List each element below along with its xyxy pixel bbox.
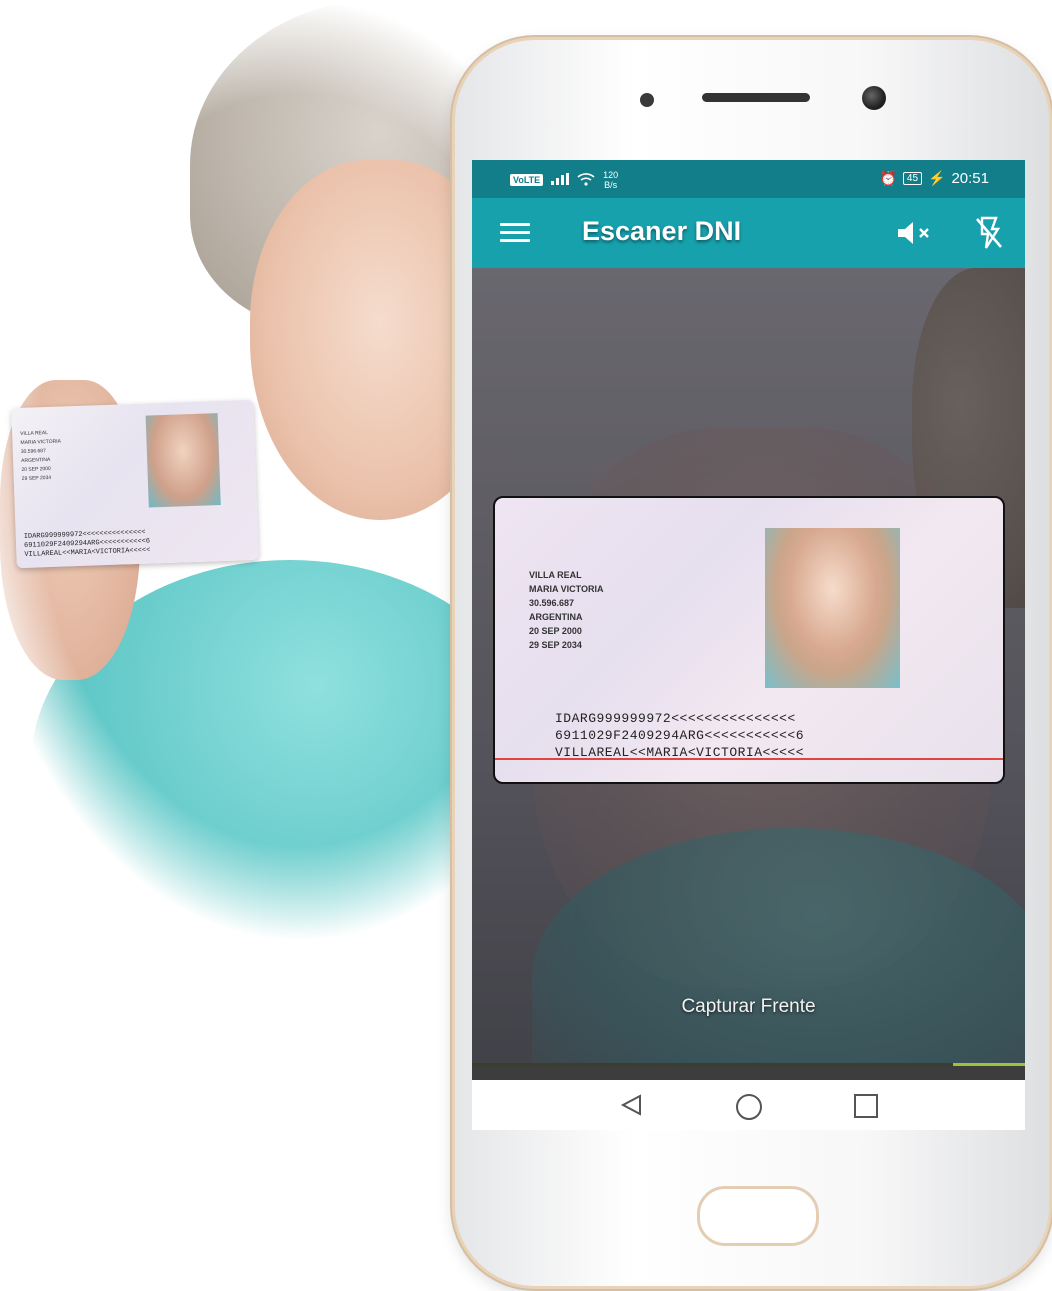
camera-preview[interactable]: VILLA REAL MARIA VICTORIA 30.596.687 ARG… bbox=[472, 268, 1025, 1080]
phone-screen: VoLTE 120 B/s ⏰ 45 ⚡ 20:51 Escaner DNI V… bbox=[472, 160, 1025, 1130]
status-time: 20:51 bbox=[951, 170, 989, 187]
physical-home-button[interactable] bbox=[697, 1186, 819, 1246]
signal-icon bbox=[551, 172, 570, 188]
earpiece-speaker bbox=[702, 93, 810, 102]
status-bar: VoLTE 120 B/s ⏰ 45 ⚡ 20:51 bbox=[472, 160, 1025, 198]
preview-bottom-strip bbox=[472, 1066, 1025, 1080]
alarm-icon: ⏰ bbox=[879, 170, 897, 186]
battery-icon: 45 bbox=[902, 172, 923, 185]
wifi-icon bbox=[577, 172, 595, 189]
charging-icon: ⚡ bbox=[928, 170, 946, 186]
home-icon[interactable] bbox=[736, 1094, 762, 1120]
id-card-in-hand: VILLA REAL MARIA VICTORIA 30.596.687 ARG… bbox=[11, 399, 259, 569]
proximity-sensor bbox=[640, 93, 654, 107]
navigation-bar bbox=[472, 1080, 1025, 1130]
scan-line bbox=[495, 758, 1003, 760]
volte-badge: VoLTE bbox=[510, 174, 544, 186]
scan-frame: VILLA REAL MARIA VICTORIA 30.596.687 ARG… bbox=[493, 496, 1005, 784]
scan-card-mrz: IDARG999999972<<<<<<<<<<<<<<< 6911029F24… bbox=[555, 711, 805, 760]
app-title: Escaner DNI bbox=[582, 216, 742, 246]
capture-front-label[interactable]: Capturar Frente bbox=[472, 996, 1025, 1018]
scan-card-portrait bbox=[765, 528, 900, 688]
recent-apps-icon[interactable] bbox=[854, 1094, 878, 1118]
menu-icon[interactable] bbox=[500, 223, 530, 243]
id-card-fields: VILLA REAL MARIA VICTORIA 30.596.687 ARG… bbox=[20, 430, 62, 482]
scan-card-fields: VILLA REAL MARIA VICTORIA 30.596.687 ARG… bbox=[529, 570, 604, 650]
flash-off-icon[interactable] bbox=[974, 216, 1004, 250]
mute-icon[interactable] bbox=[896, 220, 936, 246]
network-speed: 120 B/s bbox=[603, 170, 619, 190]
id-card-portrait bbox=[145, 413, 221, 508]
app-bar: Escaner DNI bbox=[472, 198, 1025, 268]
back-icon[interactable] bbox=[620, 1094, 642, 1121]
front-camera bbox=[862, 86, 886, 110]
id-card-mrz: IDARG999999972<<<<<<<<<<<<<<< 6911029F24… bbox=[23, 528, 151, 559]
